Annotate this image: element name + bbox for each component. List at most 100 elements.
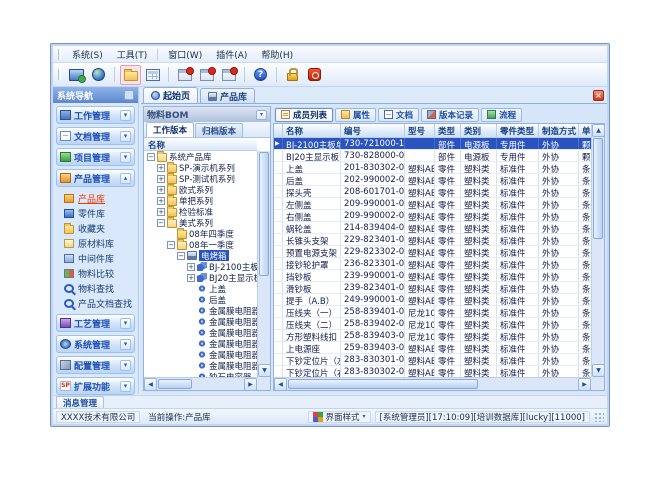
help-button[interactable] bbox=[250, 65, 271, 85]
table-row[interactable]: 下钞定位片（左）283-830301-00X塑料ABS零件塑料类标准件外协条 bbox=[274, 354, 591, 366]
style-selector[interactable]: 界面样式 ▾ bbox=[308, 411, 371, 423]
table-row[interactable]: 探头壳208-601701-01X塑料ABS零件塑料类标准件外协条 bbox=[274, 186, 591, 198]
table-header-cell[interactable]: 制造方式 bbox=[539, 124, 579, 138]
doc-tab[interactable]: 起始页 bbox=[143, 87, 198, 103]
table-header-cell[interactable]: 类型 bbox=[435, 124, 461, 138]
window-open-button[interactable] bbox=[196, 65, 217, 85]
table-row[interactable]: 压线夹（一）258-839401-00X尼龙1010零件塑料类标准件外协条 bbox=[274, 306, 591, 318]
tree-scroll-down-button[interactable]: ▼ bbox=[258, 364, 270, 377]
window-close-button[interactable] bbox=[218, 65, 239, 85]
expand-toggle[interactable]: + bbox=[187, 263, 195, 271]
table-horizontal-scrollbar[interactable]: ◀ ▶ bbox=[274, 377, 591, 390]
tree-vscroll-thumb[interactable] bbox=[259, 152, 269, 276]
tree-node[interactable]: −美式系列 bbox=[145, 217, 257, 228]
expand-toggle[interactable]: + bbox=[157, 197, 165, 205]
tree-node[interactable]: −系统产品库 bbox=[145, 151, 257, 162]
sidebar-section[interactable]: 项目管理▾ bbox=[56, 148, 135, 166]
sidebar-item[interactable]: 零件库 bbox=[61, 206, 135, 221]
table-header-cell[interactable]: 单位 bbox=[579, 124, 591, 138]
tree-node[interactable]: +BJ20主显示板 bbox=[145, 272, 257, 283]
tree-vertical-scrollbar[interactable]: ▼ bbox=[257, 151, 270, 377]
table-row[interactable]: 预置电源支架229-823302-00X塑料ABS零件塑料类标准件外协条 bbox=[274, 246, 591, 258]
expand-toggle[interactable]: + bbox=[157, 175, 165, 183]
menu-item[interactable]: 工具(T) bbox=[110, 46, 155, 63]
lock-button[interactable] bbox=[282, 65, 303, 85]
table-row[interactable]: 蜗轮盖214-839404-01X塑料ABS零件塑料类标准件外协条 bbox=[274, 222, 591, 234]
table-header-cell[interactable]: 型号 bbox=[405, 124, 435, 138]
expand-toggle[interactable]: + bbox=[157, 186, 165, 194]
table-row[interactable]: 挡钞板239-990001-01X塑料ABS零件塑料类标准件外协条 bbox=[274, 270, 591, 282]
table-tab[interactable]: 版本记录 bbox=[421, 108, 479, 122]
table-scroll-right-button[interactable]: ▶ bbox=[578, 378, 591, 391]
table-header-cell[interactable]: 零件类型 bbox=[497, 124, 539, 138]
table-row[interactable]: 接钞轮护罩236-823301-00X塑料ABS零件塑料类标准件外协条 bbox=[274, 258, 591, 270]
tree-node[interactable]: 上盖 bbox=[145, 283, 257, 294]
chevron-down-icon[interactable]: ▾ bbox=[120, 318, 131, 329]
table-row[interactable]: 后盖202-990002-01X塑料ABS零件塑料类标准件外协条 bbox=[274, 174, 591, 186]
sidebar-item[interactable]: 原材料库 bbox=[61, 236, 135, 251]
table-row[interactable]: 压线夹（二）258-839402-00X尼龙1010零件塑料类标准件外协条 bbox=[274, 318, 591, 330]
table-row[interactable]: 右侧盖209-990002-01X塑料ABS零件塑料类标准件外协条 bbox=[274, 210, 591, 222]
toolbar-drag-grip[interactable] bbox=[58, 69, 61, 80]
menu-item[interactable]: 插件(A) bbox=[209, 46, 254, 63]
menu-item[interactable]: 帮助(H) bbox=[254, 46, 300, 63]
table-row[interactable]: ▶BJ-2100主板单点730-721000-12X部件电源板专用件外协颗 bbox=[274, 138, 591, 150]
tb-folder-button[interactable] bbox=[120, 65, 141, 85]
sidebar-section[interactable]: 工作管理▾ bbox=[56, 106, 135, 124]
table-scroll-down-button[interactable]: ▼ bbox=[592, 364, 605, 377]
tree-node[interactable]: −08年一季度 bbox=[145, 239, 257, 250]
sidebar-section[interactable]: 文档管理▾ bbox=[56, 127, 135, 145]
collapse-toggle[interactable]: − bbox=[177, 252, 185, 260]
tree-version-tab[interactable]: 归档版本 bbox=[195, 123, 243, 137]
tree-node[interactable]: −电烤箱 bbox=[145, 250, 257, 261]
grid-button[interactable] bbox=[142, 65, 163, 85]
expand-toggle[interactable]: + bbox=[187, 274, 195, 282]
resize-grip[interactable] bbox=[594, 412, 604, 422]
tree-column-header[interactable]: 名称 bbox=[144, 138, 257, 151]
doc-tab[interactable]: 产品库 bbox=[200, 88, 255, 103]
sidebar-item[interactable]: 物料查找 bbox=[61, 281, 135, 296]
collapse-toggle[interactable]: − bbox=[157, 219, 165, 227]
chevron-down-icon[interactable]: ▾ bbox=[120, 381, 131, 392]
tree-node[interactable]: 金属膜电阻器 bbox=[145, 338, 257, 349]
tree-node[interactable]: 金属膜电阻器 bbox=[145, 327, 257, 338]
sidebar-pin-button[interactable] bbox=[124, 90, 134, 100]
tree-node[interactable]: 08年四季度 bbox=[145, 228, 257, 239]
table-tab[interactable]: 文档 bbox=[378, 108, 419, 122]
chevron-down-icon[interactable]: ▾ bbox=[120, 339, 131, 350]
tree-version-tab[interactable]: 工作版本 bbox=[146, 122, 194, 137]
tree-panel-menu-button[interactable]: ▾ bbox=[256, 110, 267, 120]
expand-toggle[interactable]: + bbox=[157, 208, 165, 216]
tree-node[interactable]: 金属膜电阻器 bbox=[145, 349, 257, 360]
table-row[interactable]: 上电源座259-839403-00X塑料ABS零件塑料类标准件外协条 bbox=[274, 342, 591, 354]
chevron-down-icon[interactable]: ▾ bbox=[120, 360, 131, 371]
collapse-toggle[interactable]: − bbox=[167, 241, 175, 249]
chevron-down-icon[interactable]: ▾ bbox=[120, 131, 131, 142]
tree-scroll-left-button[interactable]: ◀ bbox=[144, 378, 157, 390]
table-vscroll-thumb[interactable] bbox=[593, 138, 603, 239]
table-header-cell[interactable]: 编号 bbox=[341, 124, 405, 138]
globe-button[interactable] bbox=[88, 65, 109, 85]
table-header-cell[interactable]: 类别 bbox=[461, 124, 497, 138]
sidebar-item[interactable]: 产品文档查找 bbox=[61, 296, 135, 311]
sidebar-section[interactable]: 扩展功能▾ bbox=[56, 377, 135, 395]
window-new-button[interactable] bbox=[174, 65, 195, 85]
tree-node[interactable]: +单把系列 bbox=[145, 195, 257, 206]
sidebar-section[interactable]: 产品管理▴ bbox=[56, 169, 135, 187]
table-row[interactable]: 滑钞板239-823401-00X塑料ABS零件塑料类标准件外协条 bbox=[274, 282, 591, 294]
sidebar-section[interactable]: 配置管理▾ bbox=[56, 356, 135, 374]
message-manager-tab[interactable]: 消息管理 bbox=[56, 396, 104, 408]
collapse-toggle[interactable]: − bbox=[147, 153, 155, 161]
tree-node[interactable]: 金属膜电阻器 bbox=[145, 316, 257, 327]
tree-node[interactable]: +欧式系列 bbox=[145, 184, 257, 195]
menu-item[interactable]: 系统(S) bbox=[65, 46, 110, 63]
tree-horizontal-scrollbar[interactable]: ◀ ▶ bbox=[144, 377, 257, 390]
table-row[interactable]: 提手（A.B）249-990001-01X塑料ABS零件塑料类标准件外协条 bbox=[274, 294, 591, 306]
chevron-down-icon[interactable]: ▾ bbox=[120, 110, 131, 121]
monitor-button[interactable] bbox=[66, 65, 87, 85]
sidebar-section[interactable]: 系统管理▾ bbox=[56, 335, 135, 353]
sidebar-item[interactable]: 中间件库 bbox=[61, 251, 135, 266]
tree-node[interactable]: +SP-演示机系列 bbox=[145, 162, 257, 173]
table-row[interactable]: 上盖201-830302-00X塑料ABS零件塑料类标准件外协条 bbox=[274, 162, 591, 174]
sidebar-item[interactable]: 收藏夹 bbox=[61, 221, 135, 236]
